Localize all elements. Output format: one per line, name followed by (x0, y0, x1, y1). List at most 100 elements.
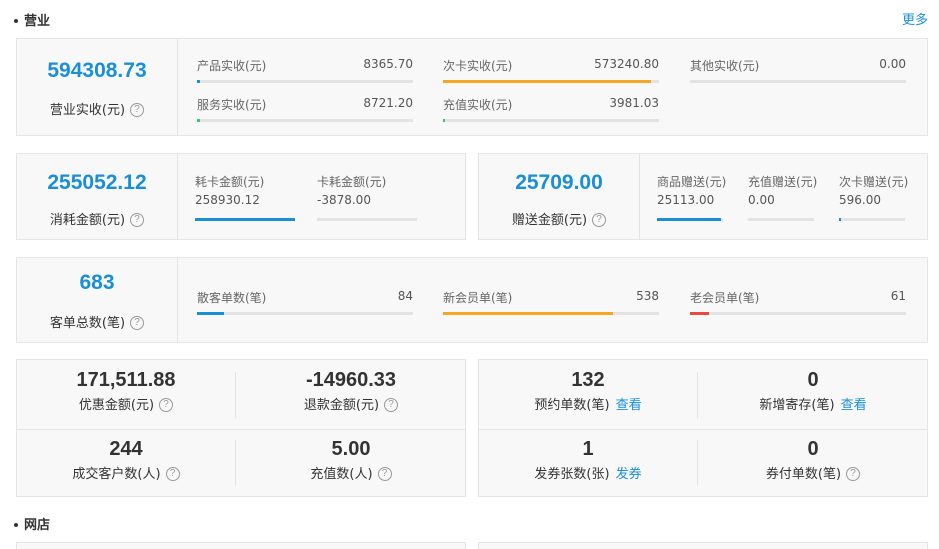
metric-label: 老会员单(笔) (690, 291, 760, 305)
stat-label: 发券张数(张) 发券 (479, 463, 697, 482)
bullet-icon (14, 18, 18, 23)
metric-value: 8721.20 (363, 96, 413, 110)
progress-bar (195, 218, 295, 221)
consumption-total-value: 255052.12 (47, 171, 147, 194)
progress-fill (195, 218, 295, 221)
metric-recharge-gift: 充值赠送(元) 0.00 (748, 173, 818, 221)
stat-label: 成交客户数(人)? (17, 463, 235, 482)
metric-label: 产品实收(元) (197, 59, 267, 73)
gift-total-label-text: 赠送金额(元) (511, 213, 588, 228)
section-title-text: 网店 (24, 518, 51, 533)
stat-coupon-orders: 0 券付单数(笔)? (697, 438, 929, 482)
metric-card-revenue: 次卡实收(元) 573240.80 (443, 57, 659, 83)
metric-service-revenue: 服务实收(元) 8721.20 (197, 96, 413, 122)
help-icon[interactable]: ? (165, 466, 180, 481)
online-left-panel (16, 542, 466, 549)
progress-fill (690, 312, 710, 315)
help-icon[interactable]: ? (130, 212, 145, 227)
progress-fill (443, 119, 445, 122)
revenue-panel: 594308.73 营业实收(元)? 产品实收(元) 8365.70 次卡实收(元… (16, 38, 928, 136)
stat-label-text: 发券张数(张) (534, 467, 610, 482)
online-right-panel (478, 542, 928, 549)
metric-card-consume: 卡耗金额(元) -3878.00 (317, 173, 417, 221)
progress-bar (748, 218, 814, 221)
help-icon[interactable]: ? (384, 397, 399, 412)
metric-product-revenue: 产品实收(元) 8365.70 (197, 57, 413, 83)
stat-discount: 171,511.88 优惠金额(元)? (17, 369, 235, 413)
stat-label: 优惠金额(元)? (17, 394, 235, 413)
stat-label: 退款金额(元)? (235, 394, 467, 413)
help-icon[interactable]: ? (377, 466, 392, 481)
metric-label: 新会员单(笔) (443, 291, 513, 305)
stats-left-panel: 171,511.88 优惠金额(元)? -14960.33 退款金额(元)? 2… (16, 359, 466, 497)
divider (177, 258, 178, 342)
help-icon[interactable]: ? (159, 397, 174, 412)
metric-value: 573240.80 (594, 57, 659, 71)
metric-new-member-orders: 新会员单(笔) 538 (443, 289, 659, 315)
view-appointments-link[interactable]: 查看 (616, 398, 642, 413)
orders-total-value: 683 (79, 271, 115, 294)
stat-label: 充值数(人)? (235, 463, 467, 482)
metric-card-deduct: 耗卡金额(元) 258930.12 (195, 173, 295, 221)
stat-label: 预约单数(笔) 查看 (479, 394, 697, 413)
consumption-total-label: 消耗金额(元)? (17, 209, 177, 228)
bullet-icon (14, 522, 18, 527)
metric-value: 25113.00 (657, 193, 715, 207)
help-icon[interactable]: ? (130, 315, 145, 330)
stat-value: 5.00 (331, 438, 371, 460)
stat-value: 0 (807, 369, 819, 391)
metric-value: 0.00 (879, 57, 906, 71)
stat-label: 券付单数(笔)? (697, 463, 929, 482)
help-icon[interactable]: ? (592, 212, 607, 227)
stats-right-panel: 132 预约单数(笔) 查看 0 新增寄存(笔) 查看 1 发券张数(张) 发券 0 … (478, 359, 928, 497)
progress-fill (443, 312, 614, 315)
help-icon[interactable]: ? (846, 466, 861, 481)
metric-value: 258930.12 (195, 193, 260, 207)
consumption-total-label-text: 消耗金额(元) (49, 213, 126, 228)
divider (639, 154, 640, 239)
stat-label-text: 退款金额(元) (303, 398, 380, 413)
progress-fill (197, 119, 201, 122)
issue-coupon-link[interactable]: 发券 (616, 467, 642, 482)
stat-value: -14960.33 (305, 369, 397, 391)
metric-goods-gift: 商品赠送(元) 25113.00 (657, 173, 727, 221)
stat-value: 0 (807, 438, 819, 460)
metric-card-gift: 次卡赠送(元) 596.00 (839, 173, 908, 221)
progress-fill (657, 218, 722, 221)
progress-bar (197, 80, 413, 83)
progress-fill (839, 218, 841, 221)
progress-bar (443, 80, 659, 83)
progress-bar (317, 218, 417, 221)
metric-label: 充值赠送(元) (748, 175, 818, 189)
stat-customers: 244 成交客户数(人)? (17, 438, 235, 482)
progress-fill (197, 80, 201, 83)
metric-label: 商品赠送(元) (657, 175, 727, 189)
metric-label: 服务实收(元) (197, 98, 267, 112)
metric-value: 8365.70 (363, 57, 413, 71)
progress-bar (197, 312, 413, 315)
metric-value: 61 (890, 289, 906, 303)
metric-label: 散客单数(笔) (197, 291, 267, 305)
view-deposits-link[interactable]: 查看 (841, 398, 867, 413)
gift-panel: 25709.00 赠送金额(元)? 商品赠送(元) 25113.00 充值赠送(… (478, 153, 928, 240)
stat-recharge-count: 5.00 充值数(人)? (235, 438, 467, 482)
stat-label-text: 券付单数(笔) (765, 467, 842, 482)
metric-label: 次卡实收(元) (443, 59, 513, 73)
metric-other-revenue: 其他实收(元) 0.00 (690, 57, 906, 83)
orders-total-label: 客单总数(笔)? (17, 312, 177, 331)
metric-label: 卡耗金额(元) (317, 175, 387, 189)
progress-fill (197, 312, 224, 315)
divider (177, 154, 178, 239)
metric-value: 538 (636, 289, 659, 303)
stat-value: 171,511.88 (76, 369, 176, 391)
stat-label: 新增寄存(笔) 查看 (697, 394, 929, 413)
revenue-total-label-text: 营业实收(元) (49, 103, 126, 118)
help-icon[interactable]: ? (130, 102, 145, 117)
metric-label: 耗卡金额(元) (195, 175, 265, 189)
metric-label: 其他实收(元) (690, 59, 760, 73)
progress-bar (690, 80, 906, 83)
gift-total-label: 赠送金额(元)? (479, 209, 639, 228)
more-link[interactable]: 更多 (902, 9, 928, 28)
divider (479, 429, 927, 430)
progress-bar (839, 218, 905, 221)
